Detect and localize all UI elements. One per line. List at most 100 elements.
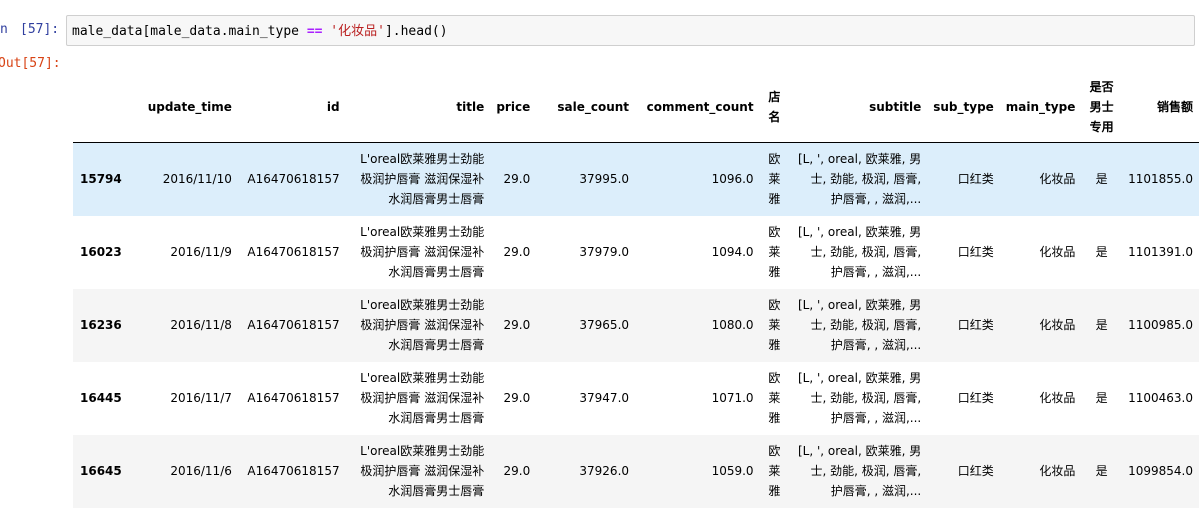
column-header-subtitle: subtitle — [789, 72, 928, 143]
cell-id: A16470618157 — [247, 391, 340, 405]
column-header-comment-count: comment_count — [635, 72, 760, 143]
cell-sales-amount: 1100985.0 — [1128, 318, 1193, 332]
column-header-sub-type: sub_type — [927, 72, 1000, 143]
row-index: 16645 — [80, 464, 122, 478]
cell-sub-type: 口红类 — [957, 391, 994, 405]
cell-sales-amount: 1099854.0 — [1128, 464, 1193, 478]
code-operator: == — [306, 24, 323, 39]
cell-sale-count: 37926.0 — [579, 464, 630, 478]
column-header-sales-amount: 销售额 — [1122, 72, 1199, 143]
cell-title: L'oreal欧莱雅男士劲能极润护唇膏 滋润保湿补水润唇膏男士唇膏 — [360, 298, 485, 352]
cell-male-only: 是 — [1095, 464, 1108, 478]
code-method-call: ].head() — [384, 24, 448, 39]
index-header — [73, 72, 135, 143]
cell-sales-amount: 1101855.0 — [1128, 172, 1193, 187]
cell-shop: 欧莱雅 — [768, 444, 781, 498]
cell-shop: 欧莱雅 — [768, 371, 781, 425]
cell-subtitle: [L, ', oreal, 欧莱雅, 男士, 劲能, 极润, 唇膏, 护唇膏, … — [789, 435, 927, 508]
row-index: 15794 — [80, 172, 122, 187]
cell-comment-count: 1071.0 — [711, 391, 754, 405]
input-prompt-head: n — [0, 22, 8, 37]
cell-subtitle: [L, ', oreal, 欧莱雅, 男士, 劲能, 极润, 唇膏, 护唇膏, … — [789, 143, 927, 216]
cell-shop: 欧莱雅 — [768, 298, 781, 352]
column-header-shop: 店名 — [759, 72, 790, 143]
header-row: update_time id title price sale_count co… — [73, 72, 1199, 143]
column-header-main-type: main_type — [999, 72, 1082, 143]
cell-title: L'oreal欧莱雅男士劲能极润护唇膏 滋润保湿补水润唇膏男士唇膏 — [360, 225, 485, 279]
row-index: 16445 — [80, 391, 122, 405]
cell-title: L'oreal欧莱雅男士劲能极润护唇膏 滋润保湿补水润唇膏男士唇膏 — [360, 371, 485, 425]
cell-id: A16470618157 — [247, 172, 340, 187]
cell-title: L'oreal欧莱雅男士劲能极润护唇膏 滋润保湿补水润唇膏男士唇膏 — [360, 444, 485, 498]
column-header-male-only: 是否男士专用 — [1081, 72, 1123, 143]
cell-sale-count: 37965.0 — [579, 318, 630, 332]
cell-sub-type: 口红类 — [957, 464, 994, 478]
subtitle-text: [L, ', oreal, 欧莱雅, 男士, 劲能, 极润, 唇膏, 护唇膏, … — [797, 225, 922, 279]
subtitle-text: [L, ', oreal, 欧莱雅, 男士, 劲能, 极润, 唇膏, 护唇膏, … — [797, 371, 922, 425]
cell-comment-count: 1080.0 — [711, 318, 754, 332]
cell-sub-type: 口红类 — [957, 245, 994, 259]
column-header-title: title — [345, 72, 491, 143]
row-index: 16023 — [80, 245, 122, 259]
cell-shop: 欧莱雅 — [768, 152, 781, 207]
cell-sales-amount: 1100463.0 — [1128, 391, 1193, 405]
cell-update-time: 2016/11/9 — [170, 245, 232, 259]
table-row: 16645 2016/11/6 A16470618157 L'oreal欧莱雅男… — [73, 434, 1199, 508]
cell-main-type: 化妆品 — [1039, 318, 1076, 332]
column-header-sale-count: sale_count — [536, 72, 636, 143]
cell-update-time: 2016/11/7 — [170, 391, 232, 405]
cell-main-type: 化妆品 — [1039, 172, 1076, 187]
output-prompt: Out[57]: — [0, 56, 61, 71]
table-header: update_time id title price sale_count co… — [73, 72, 1199, 143]
cell-male-only: 是 — [1095, 172, 1108, 187]
cell-price: 29.0 — [503, 245, 531, 259]
cell-subtitle: [L, ', oreal, 欧莱雅, 男士, 劲能, 极润, 唇膏, 护唇膏, … — [789, 362, 927, 435]
table-row: 16023 2016/11/9 A16470618157 L'oreal欧莱雅男… — [73, 216, 1199, 289]
subtitle-text: [L, ', oreal, 欧莱雅, 男士, 劲能, 极润, 唇膏, 护唇膏, … — [797, 298, 922, 352]
cell-sub-type: 口红类 — [957, 318, 994, 332]
cell-sub-type: 口红类 — [957, 172, 994, 187]
cell-update-time: 2016/11/10 — [162, 172, 232, 187]
cell-comment-count: 1096.0 — [711, 172, 754, 187]
cell-price: 29.0 — [503, 318, 531, 332]
cell-id: A16470618157 — [247, 318, 340, 332]
cell-male-only: 是 — [1095, 245, 1108, 259]
subtitle-text: [L, ', oreal, 欧莱雅, 男士, 劲能, 极润, 唇膏, 护唇膏, … — [797, 152, 922, 207]
table-row: 16236 2016/11/8 A16470618157 L'oreal欧莱雅男… — [73, 288, 1199, 362]
table-row: 15794 2016/11/10 A16470618157 L'oreal欧莱雅… — [73, 142, 1199, 216]
cell-subtitle: [L, ', oreal, 欧莱雅, 男士, 劲能, 极润, 唇膏, 护唇膏, … — [789, 216, 927, 289]
subtitle-text: [L, ', oreal, 欧莱雅, 男士, 劲能, 极润, 唇膏, 护唇膏, … — [797, 444, 922, 498]
cell-comment-count: 1094.0 — [711, 245, 754, 259]
cell-id: A16470618157 — [247, 464, 340, 478]
cell-sale-count: 37947.0 — [579, 391, 630, 405]
cell-subtitle: [L, ', oreal, 欧莱雅, 男士, 劲能, 极润, 唇膏, 护唇膏, … — [789, 289, 927, 362]
input-prompt-label: [57]: — [20, 22, 60, 37]
cell-update-time: 2016/11/8 — [170, 318, 232, 332]
table-row: 16445 2016/11/7 A16470618157 L'oreal欧莱雅男… — [73, 362, 1199, 435]
code-string-literal: '化妆品' — [330, 24, 385, 39]
column-header-price: price — [490, 72, 537, 143]
cell-title: L'oreal欧莱雅男士劲能极润护唇膏 滋润保湿补水润唇膏男士唇膏 — [360, 152, 485, 207]
code-cell-editor[interactable]: male_data[male_data.main_type == '化妆品'].… — [66, 15, 1195, 46]
cell-price: 29.0 — [503, 172, 531, 187]
cell-id: A16470618157 — [247, 245, 340, 259]
cell-main-type: 化妆品 — [1039, 245, 1076, 259]
cell-update-time: 2016/11/6 — [170, 464, 232, 478]
code-expression: male_data[male_data.main_type — [72, 24, 307, 39]
column-header-update-time: update_time — [134, 72, 238, 143]
cell-male-only: 是 — [1095, 318, 1108, 332]
cell-shop: 欧莱雅 — [768, 225, 781, 279]
column-header-id: id — [237, 72, 346, 143]
cell-comment-count: 1059.0 — [711, 464, 754, 478]
cell-price: 29.0 — [503, 464, 531, 478]
cell-sales-amount: 1101391.0 — [1128, 245, 1193, 259]
cell-main-type: 化妆品 — [1039, 391, 1076, 405]
cell-main-type: 化妆品 — [1039, 464, 1076, 478]
cell-sale-count: 37995.0 — [579, 172, 630, 187]
row-index: 16236 — [80, 318, 122, 332]
input-prompt: n [57]: — [0, 22, 62, 42]
cell-male-only: 是 — [1095, 391, 1108, 405]
cell-sale-count: 37979.0 — [579, 245, 630, 259]
cell-price: 29.0 — [503, 391, 531, 405]
dataframe-table: update_time id title price sale_count co… — [73, 72, 1199, 508]
